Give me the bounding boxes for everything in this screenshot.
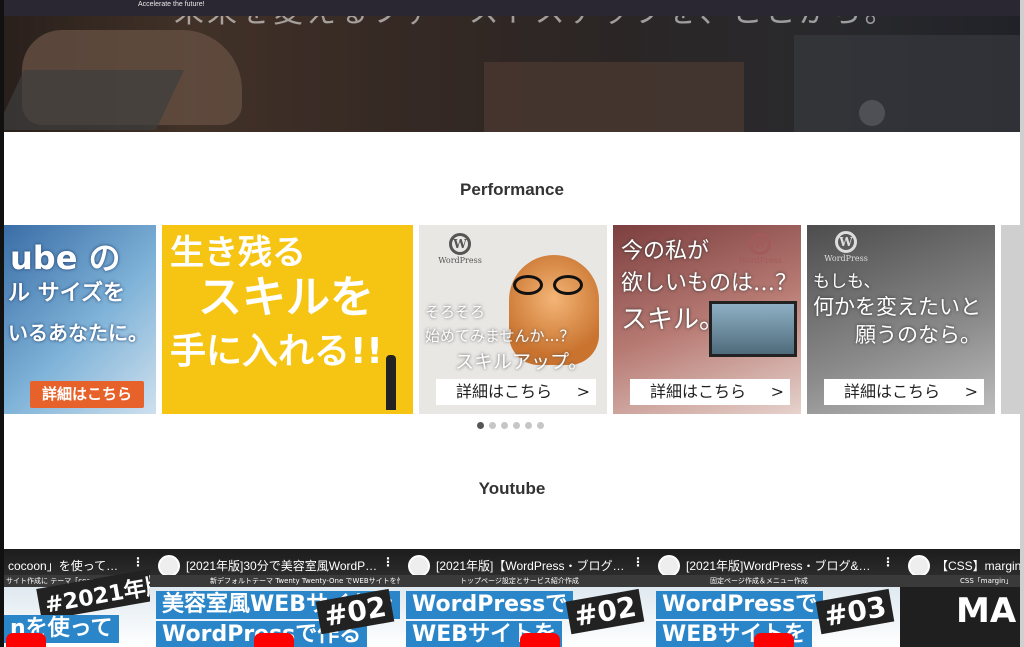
details-button[interactable]: 詳細はこちら (30, 381, 144, 408)
slide-heading: 願うのなら。 (855, 323, 981, 347)
site-tagline: Accelerate the future! (138, 1, 205, 8)
youtube-play-icon[interactable] (254, 633, 294, 647)
more-options-icon[interactable]: ⋮ (632, 555, 644, 569)
carousel-dot[interactable] (513, 422, 520, 429)
details-button[interactable]: 詳細はこちら > (436, 379, 596, 405)
youtube-play-icon[interactable] (6, 633, 46, 647)
slide-heading: 生き残る (170, 233, 306, 273)
carousel-dot[interactable] (477, 422, 484, 429)
video-title[interactable]: [2021年版]30分で美容室風WordP… (186, 557, 377, 574)
carousel-dot[interactable] (525, 422, 532, 429)
channel-avatar[interactable] (408, 555, 430, 577)
slide-heading: スキルアップ。 (455, 351, 588, 373)
carousel-slide-wordpress-laptop[interactable]: W WordPress 今の私が 欲しいものは…？ スキル。 詳細はこちら > (613, 225, 801, 414)
channel-avatar[interactable] (908, 555, 930, 577)
slide-text: 始めてみませんか…？ (425, 327, 575, 345)
video-title[interactable]: [2021年版]WordPress・ブログ&… (686, 557, 871, 574)
video-card[interactable]: [2021年版]30分で美容室風WordP… ⋮ 新デフォルトテーマ Twent… (150, 549, 400, 647)
video-title[interactable]: [2021年版]【WordPress・ブログ… (436, 557, 625, 574)
wordpress-logo-icon: W WordPress (811, 231, 881, 263)
performance-title: Performance (460, 180, 564, 199)
performance-carousel[interactable]: ube の ル サイズを いるあなたに。 詳細はこちら 生き残る スキルを 手に… (4, 225, 1020, 415)
wordpress-logo-icon: W WordPress (425, 233, 495, 265)
slide-heading: スキルを (198, 272, 374, 323)
right-scrollbar[interactable] (1020, 0, 1024, 647)
video-card[interactable]: [2021年版]WordPress・ブログ&… ⋮ 固定ページ作成＆メニュー作成… (650, 549, 900, 647)
more-options-icon[interactable]: ⋮ (382, 555, 394, 569)
video-thumbnail-text: WordPressで (656, 591, 824, 619)
chevron-right-icon: > (576, 382, 590, 401)
chevron-right-icon: > (964, 382, 978, 401)
video-card[interactable]: cocoon」を使って… ⋮ サイト作成に テーマ「cocoon」を使う #20… (4, 549, 150, 647)
video-thumbnail-text: MA (956, 591, 1017, 631)
youtube-title: Youtube (478, 479, 546, 498)
site-header-bar: Accelerate the future! (0, 0, 1024, 16)
carousel-dot[interactable] (537, 422, 544, 429)
left-frame (0, 0, 4, 647)
slide-text: そろそろ (425, 303, 486, 321)
video-subtitle: 固定ページ作成＆メニュー作成 (650, 575, 900, 587)
carousel-slide-skill[interactable]: 生き残る スキルを 手に入れる!! (162, 225, 413, 414)
person-silhouette (386, 355, 396, 410)
slide-heading: 手に入れる!! (170, 331, 383, 372)
video-thumbnail-text: WordPressで (406, 591, 574, 619)
carousel-slide-wordpress-hands[interactable]: W WordPress もしも、 何かを変えたいと 願うのなら。 詳細はこちら > (807, 225, 995, 414)
slide-heading: ube の (10, 239, 121, 277)
video-title[interactable]: cocoon」を使って… (8, 557, 118, 574)
more-options-icon[interactable]: ⋮ (132, 555, 144, 569)
chevron-right-icon: > (770, 382, 784, 401)
slide-text: いるあなたに。 (8, 321, 148, 345)
video-card[interactable]: 【CSS】margin CSS「margin」 MA (900, 549, 1020, 647)
channel-avatar[interactable] (158, 555, 180, 577)
youtube-play-icon[interactable] (754, 633, 794, 647)
slide-text: 何かを変えたいと (813, 295, 981, 319)
carousel-pagination (477, 422, 544, 430)
channel-avatar[interactable] (658, 555, 680, 577)
details-button[interactable]: 詳細はこちら > (630, 379, 790, 405)
wordpress-logo-icon: W WordPress (725, 233, 795, 265)
slide-heading: スキル。 (621, 305, 726, 335)
video-card[interactable]: [2021年版]【WordPress・ブログ… ⋮ トップページ設定とサービス紹… (400, 549, 650, 647)
carousel-dot[interactable] (501, 422, 508, 429)
hero-image: 未来を変えるファーストステップを、ここから。 (4, 0, 1020, 132)
slide-text: 欲しいものは…？ (621, 271, 798, 296)
glasses-icon (511, 275, 587, 295)
youtube-play-icon[interactable] (520, 633, 560, 647)
video-subtitle: トップページ設定とサービス紹介作成 (400, 575, 650, 587)
carousel-dot[interactable] (489, 422, 496, 429)
slide-text: ル サイズを (8, 281, 125, 306)
carousel-slide-partial[interactable] (1001, 225, 1020, 414)
youtube-carousel[interactable]: cocoon」を使って… ⋮ サイト作成に テーマ「cocoon」を使う #20… (4, 549, 1020, 647)
slide-text: もしも、 (813, 272, 881, 292)
video-title[interactable]: 【CSS】margin (936, 557, 1020, 574)
video-subtitle: 新デフォルトテーマ Twenty Twenty-One でWEBサイトを作る (150, 575, 400, 587)
slide-text: 今の私が (621, 239, 710, 264)
carousel-slide-wordpress-dog[interactable]: W WordPress そろそろ 始めてみませんか…？ スキルアップ。 詳細はこち… (419, 225, 607, 414)
more-options-icon[interactable]: ⋮ (882, 555, 894, 569)
video-subtitle: CSS「margin」 (900, 575, 1020, 587)
details-button[interactable]: 詳細はこちら > (824, 379, 984, 405)
carousel-slide-youtube[interactable]: ube の ル サイズを いるあなたに。 詳細はこちら (4, 225, 156, 414)
